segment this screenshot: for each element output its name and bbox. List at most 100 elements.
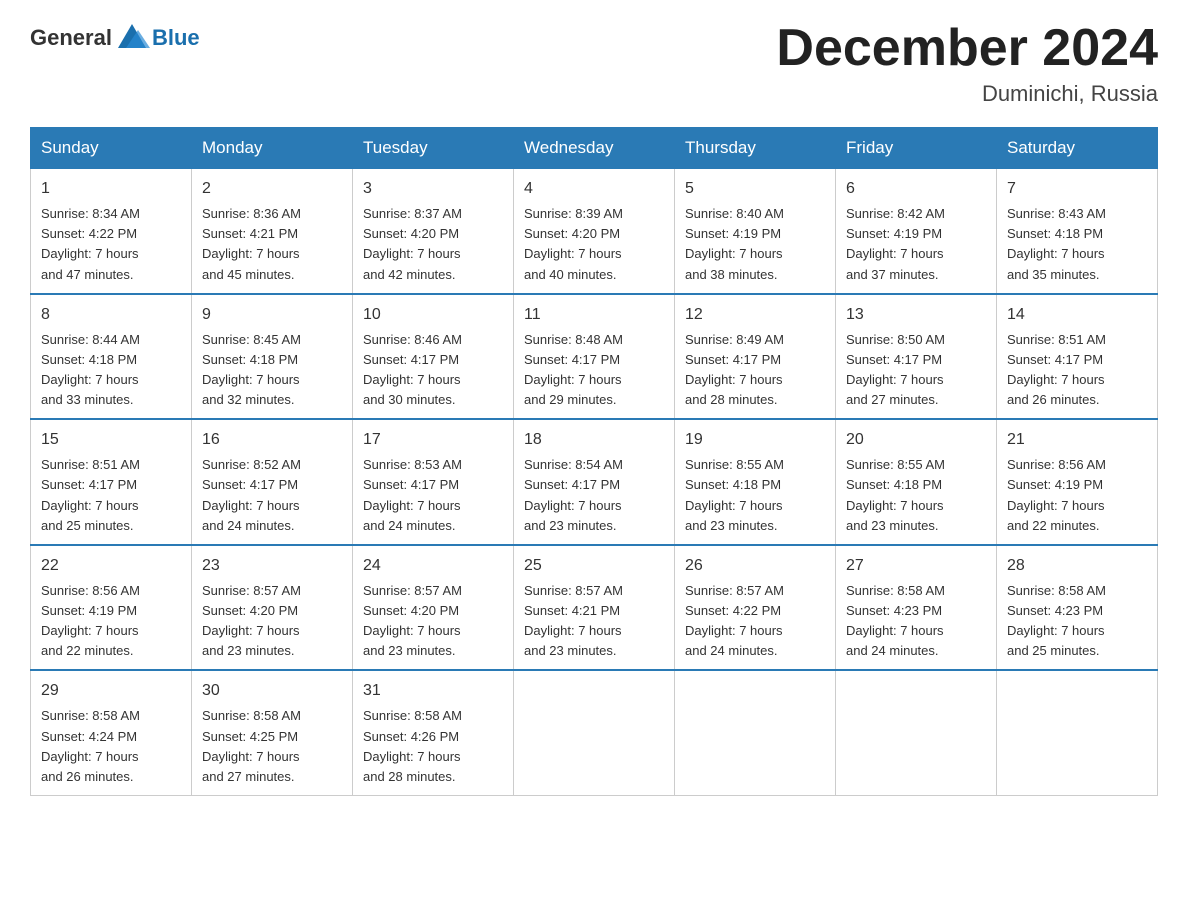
day-number: 20 bbox=[846, 428, 986, 452]
calendar-cell: 20 Sunrise: 8:55 AMSunset: 4:18 PMDayligh… bbox=[836, 419, 997, 545]
day-number: 22 bbox=[41, 554, 181, 578]
day-number: 26 bbox=[685, 554, 825, 578]
calendar-cell: 21 Sunrise: 8:56 AMSunset: 4:19 PMDayligh… bbox=[997, 419, 1158, 545]
day-number: 23 bbox=[202, 554, 342, 578]
calendar-cell: 26 Sunrise: 8:57 AMSunset: 4:22 PMDayligh… bbox=[675, 545, 836, 671]
day-number: 9 bbox=[202, 303, 342, 327]
month-title: December 2024 bbox=[776, 20, 1158, 77]
day-number: 11 bbox=[524, 303, 664, 327]
calendar-cell: 9 Sunrise: 8:45 AMSunset: 4:18 PMDaylight… bbox=[192, 294, 353, 420]
day-number: 2 bbox=[202, 177, 342, 201]
logo-icon bbox=[114, 20, 150, 56]
calendar-week-row: 8Sunrise: 8:44 AMSunset: 4:18 PMDaylight… bbox=[31, 294, 1158, 420]
day-info: Sunrise: 8:56 AMSunset: 4:19 PMDaylight:… bbox=[1007, 455, 1147, 536]
day-info: Sunrise: 8:57 AMSunset: 4:21 PMDaylight:… bbox=[524, 581, 664, 662]
calendar-table: SundayMondayTuesdayWednesdayThursdayFrid… bbox=[30, 127, 1158, 796]
calendar-week-row: 22 Sunrise: 8:56 AMSunset: 4:19 PMDayligh… bbox=[31, 545, 1158, 671]
calendar-cell bbox=[997, 670, 1158, 795]
col-header-sunday: Sunday bbox=[31, 128, 192, 169]
logo: General Blue bbox=[30, 20, 200, 56]
calendar-week-row: 1Sunrise: 8:34 AMSunset: 4:22 PMDaylight… bbox=[31, 169, 1158, 294]
day-number: 16 bbox=[202, 428, 342, 452]
calendar-cell: 30Sunrise: 8:58 AMSunset: 4:25 PMDayligh… bbox=[192, 670, 353, 795]
calendar-header-row: SundayMondayTuesdayWednesdayThursdayFrid… bbox=[31, 128, 1158, 169]
calendar-week-row: 15Sunrise: 8:51 AMSunset: 4:17 PMDayligh… bbox=[31, 419, 1158, 545]
day-number: 21 bbox=[1007, 428, 1147, 452]
day-info: Sunrise: 8:50 AMSunset: 4:17 PMDaylight:… bbox=[846, 330, 986, 411]
calendar-cell: 16 Sunrise: 8:52 AMSunset: 4:17 PMDayligh… bbox=[192, 419, 353, 545]
calendar-cell bbox=[514, 670, 675, 795]
day-info: Sunrise: 8:58 AMSunset: 4:26 PMDaylight:… bbox=[363, 706, 503, 787]
logo-general-text: General bbox=[30, 25, 112, 51]
day-info: Sunrise: 8:55 AMSunset: 4:18 PMDaylight:… bbox=[685, 455, 825, 536]
col-header-monday: Monday bbox=[192, 128, 353, 169]
day-number: 28 bbox=[1007, 554, 1147, 578]
col-header-wednesday: Wednesday bbox=[514, 128, 675, 169]
calendar-cell: 22 Sunrise: 8:56 AMSunset: 4:19 PMDayligh… bbox=[31, 545, 192, 671]
calendar-cell: 7 Sunrise: 8:43 AMSunset: 4:18 PMDaylight… bbox=[997, 169, 1158, 294]
day-number: 30 bbox=[202, 679, 342, 703]
calendar-cell: 29 Sunrise: 8:58 AMSunset: 4:24 PMDayligh… bbox=[31, 670, 192, 795]
day-number: 19 bbox=[685, 428, 825, 452]
day-info: Sunrise: 8:37 AMSunset: 4:20 PMDaylight:… bbox=[363, 204, 503, 285]
calendar-cell: 1Sunrise: 8:34 AMSunset: 4:22 PMDaylight… bbox=[31, 169, 192, 294]
day-info: Sunrise: 8:44 AMSunset: 4:18 PMDaylight:… bbox=[41, 330, 181, 411]
col-header-saturday: Saturday bbox=[997, 128, 1158, 169]
day-info: Sunrise: 8:42 AMSunset: 4:19 PMDaylight:… bbox=[846, 204, 986, 285]
day-info: Sunrise: 8:58 AMSunset: 4:23 PMDaylight:… bbox=[1007, 581, 1147, 662]
calendar-cell bbox=[675, 670, 836, 795]
day-number: 5 bbox=[685, 177, 825, 201]
day-number: 31 bbox=[363, 679, 503, 703]
day-number: 7 bbox=[1007, 177, 1147, 201]
calendar-cell: 14 Sunrise: 8:51 AMSunset: 4:17 PMDayligh… bbox=[997, 294, 1158, 420]
day-info: Sunrise: 8:51 AMSunset: 4:17 PMDaylight:… bbox=[1007, 330, 1147, 411]
day-number: 6 bbox=[846, 177, 986, 201]
day-number: 24 bbox=[363, 554, 503, 578]
col-header-thursday: Thursday bbox=[675, 128, 836, 169]
logo-blue-text: Blue bbox=[152, 25, 200, 51]
calendar-cell: 8Sunrise: 8:44 AMSunset: 4:18 PMDaylight… bbox=[31, 294, 192, 420]
calendar-cell: 18 Sunrise: 8:54 AMSunset: 4:17 PMDayligh… bbox=[514, 419, 675, 545]
calendar-cell: 6 Sunrise: 8:42 AMSunset: 4:19 PMDaylight… bbox=[836, 169, 997, 294]
calendar-cell: 11Sunrise: 8:48 AMSunset: 4:17 PMDayligh… bbox=[514, 294, 675, 420]
day-info: Sunrise: 8:43 AMSunset: 4:18 PMDaylight:… bbox=[1007, 204, 1147, 285]
day-info: Sunrise: 8:45 AMSunset: 4:18 PMDaylight:… bbox=[202, 330, 342, 411]
day-info: Sunrise: 8:39 AMSunset: 4:20 PMDaylight:… bbox=[524, 204, 664, 285]
day-info: Sunrise: 8:56 AMSunset: 4:19 PMDaylight:… bbox=[41, 581, 181, 662]
calendar-cell bbox=[836, 670, 997, 795]
day-info: Sunrise: 8:51 AMSunset: 4:17 PMDaylight:… bbox=[41, 455, 181, 536]
calendar-cell: 5 Sunrise: 8:40 AMSunset: 4:19 PMDaylight… bbox=[675, 169, 836, 294]
day-info: Sunrise: 8:52 AMSunset: 4:17 PMDaylight:… bbox=[202, 455, 342, 536]
day-info: Sunrise: 8:40 AMSunset: 4:19 PMDaylight:… bbox=[685, 204, 825, 285]
calendar-cell: 28 Sunrise: 8:58 AMSunset: 4:23 PMDayligh… bbox=[997, 545, 1158, 671]
day-number: 12 bbox=[685, 303, 825, 327]
day-number: 17 bbox=[363, 428, 503, 452]
day-number: 18 bbox=[524, 428, 664, 452]
calendar-cell: 12Sunrise: 8:49 AMSunset: 4:17 PMDayligh… bbox=[675, 294, 836, 420]
page-header: General Blue December 2024 Duminichi, Ru… bbox=[30, 20, 1158, 107]
title-block: December 2024 Duminichi, Russia bbox=[776, 20, 1158, 107]
day-info: Sunrise: 8:57 AMSunset: 4:20 PMDaylight:… bbox=[202, 581, 342, 662]
calendar-cell: 31 Sunrise: 8:58 AMSunset: 4:26 PMDayligh… bbox=[353, 670, 514, 795]
day-number: 10 bbox=[363, 303, 503, 327]
day-number: 14 bbox=[1007, 303, 1147, 327]
col-header-friday: Friday bbox=[836, 128, 997, 169]
calendar-cell: 10 Sunrise: 8:46 AMSunset: 4:17 PMDayligh… bbox=[353, 294, 514, 420]
day-info: Sunrise: 8:55 AMSunset: 4:18 PMDaylight:… bbox=[846, 455, 986, 536]
day-info: Sunrise: 8:46 AMSunset: 4:17 PMDaylight:… bbox=[363, 330, 503, 411]
calendar-week-row: 29 Sunrise: 8:58 AMSunset: 4:24 PMDayligh… bbox=[31, 670, 1158, 795]
day-number: 13 bbox=[846, 303, 986, 327]
day-number: 27 bbox=[846, 554, 986, 578]
calendar-cell: 3 Sunrise: 8:37 AMSunset: 4:20 PMDaylight… bbox=[353, 169, 514, 294]
day-info: Sunrise: 8:54 AMSunset: 4:17 PMDaylight:… bbox=[524, 455, 664, 536]
day-info: Sunrise: 8:58 AMSunset: 4:24 PMDaylight:… bbox=[41, 706, 181, 787]
day-info: Sunrise: 8:36 AMSunset: 4:21 PMDaylight:… bbox=[202, 204, 342, 285]
day-info: Sunrise: 8:34 AMSunset: 4:22 PMDaylight:… bbox=[41, 204, 181, 285]
calendar-cell: 17Sunrise: 8:53 AMSunset: 4:17 PMDayligh… bbox=[353, 419, 514, 545]
calendar-cell: 2 Sunrise: 8:36 AMSunset: 4:21 PMDaylight… bbox=[192, 169, 353, 294]
calendar-cell: 25Sunrise: 8:57 AMSunset: 4:21 PMDayligh… bbox=[514, 545, 675, 671]
day-number: 3 bbox=[363, 177, 503, 201]
day-number: 29 bbox=[41, 679, 181, 703]
day-info: Sunrise: 8:57 AMSunset: 4:22 PMDaylight:… bbox=[685, 581, 825, 662]
day-number: 4 bbox=[524, 177, 664, 201]
